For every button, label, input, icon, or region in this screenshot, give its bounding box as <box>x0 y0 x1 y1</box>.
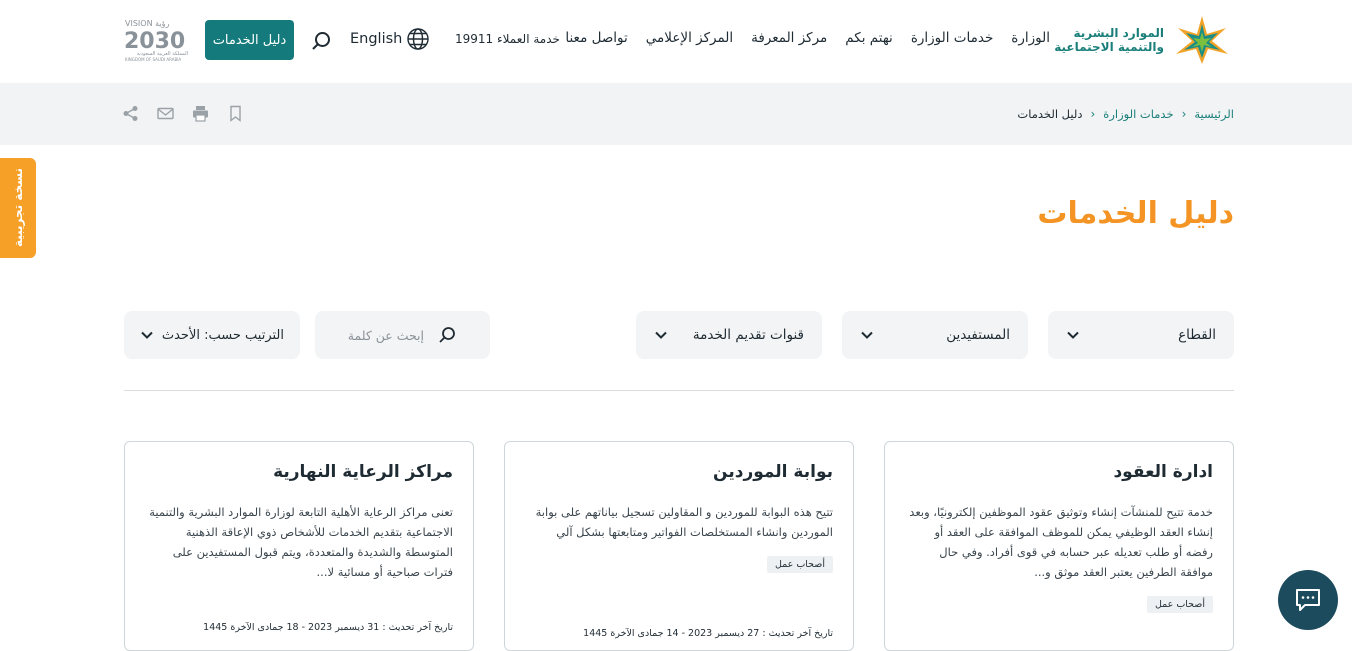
mail-icon[interactable] <box>157 105 174 122</box>
breadcrumb-chevron-icon: ‹ <box>1181 107 1187 121</box>
ministry-star-icon <box>1176 16 1228 64</box>
service-card[interactable]: مراكز الرعاية النهارية تعنى مراكز الرعاي… <box>124 441 474 651</box>
chevron-down-icon <box>861 331 873 339</box>
chat-button[interactable] <box>1278 570 1338 630</box>
beta-version-label: نسخة تجريبية <box>11 168 25 248</box>
beneficiaries-filter[interactable]: المستفيدين <box>842 311 1028 359</box>
ministry-name-line2: والتنمية الاجتماعية <box>1054 40 1164 54</box>
vision-2030-logo: VISION رؤية 2030 المملكة العربية السعودي… <box>124 19 188 62</box>
sector-filter-label: القطاع <box>1178 327 1216 343</box>
service-card-description: تعنى مراكز الرعاية الأهلية التابعة لوزار… <box>149 505 453 579</box>
breadcrumb-chevron-icon: ‹ <box>1090 107 1096 121</box>
channels-filter[interactable]: قنوات تقديم الخدمة <box>636 311 822 359</box>
nav-item-knowledge[interactable]: مركز المعرفة <box>751 30 827 46</box>
service-card-title: بوابة الموردين <box>713 462 833 482</box>
language-label: English <box>350 31 403 47</box>
breadcrumb-home[interactable]: الرئيسية <box>1194 107 1234 121</box>
search-icon <box>439 327 455 343</box>
globe-icon <box>407 28 430 50</box>
last-updated: تاريخ آخر تحديث : 27 ديسمبر 2023 - 14 جم… <box>583 628 833 639</box>
chevron-down-icon <box>655 331 667 339</box>
service-card-title: مراكز الرعاية النهارية <box>273 462 453 482</box>
chevron-down-icon <box>1067 331 1079 339</box>
chevron-down-icon <box>141 331 153 339</box>
audience-tag: أصحاب عمل <box>1146 596 1213 613</box>
page-tools <box>122 105 244 122</box>
ministry-logo[interactable]: الموارد البشرية والتنمية الاجتماعية <box>1054 14 1234 66</box>
breadcrumb-current: دليل الخدمات <box>1017 107 1083 121</box>
nav-item-media[interactable]: المركز الإعلامي <box>646 30 733 46</box>
keyword-search-input[interactable] <box>336 326 426 344</box>
chat-bubble-icon <box>1296 589 1320 611</box>
nav-item-services[interactable]: خدمات الوزارة <box>911 30 993 46</box>
site-header: الموارد البشرية والتنمية الاجتماعية الوز… <box>0 0 1352 83</box>
language-switch[interactable]: English <box>350 27 430 51</box>
nav-item-we-care[interactable]: نهتم بكم <box>845 30 893 46</box>
keyword-search <box>315 311 490 359</box>
search-icon[interactable] <box>310 30 332 52</box>
services-guide-button[interactable]: دليل الخدمات <box>205 20 294 60</box>
breadcrumb-bar: الرئيسية ‹ خدمات الوزارة ‹ دليل الخدمات <box>0 83 1352 145</box>
channels-filter-label: قنوات تقديم الخدمة <box>692 327 804 343</box>
last-updated: تاريخ آخر تحديث : 31 ديسمبر 2023 - 18 جم… <box>203 622 453 633</box>
customer-service-hotline[interactable]: خدمة العملاء 19911 <box>455 32 560 46</box>
service-card-description: تتيح هذه البوابة للموردين و المقاولين تس… <box>535 505 833 539</box>
bookmark-icon[interactable] <box>227 105 244 122</box>
ministry-name-line1: الموارد البشرية <box>1073 26 1164 40</box>
vision-english: KINGDOM OF SAUDI ARABIA <box>125 57 181 62</box>
breadcrumb-services[interactable]: خدمات الوزارة <box>1103 107 1173 121</box>
page-title: دليل الخدمات <box>1037 196 1234 231</box>
main-nav: الوزارة خدمات الوزارة نهتم بكم مركز المع… <box>565 30 1050 46</box>
sector-filter[interactable]: القطاع <box>1048 311 1234 359</box>
service-card[interactable]: بوابة الموردين تتيح هذه البوابة للموردين… <box>504 441 854 651</box>
print-icon[interactable] <box>192 105 209 122</box>
sort-label: الترتيب حسب: الأحدث <box>161 327 284 343</box>
filters-divider <box>124 390 1234 391</box>
service-card-description: خدمة تتيح للمنشآت إنشاء وتوثيق عقود المو… <box>909 505 1213 579</box>
audience-tag: أصحاب عمل <box>766 556 833 573</box>
nav-item-contact[interactable]: تواصل معنا <box>565 30 627 46</box>
service-card-title: ادارة العقود <box>1113 462 1213 482</box>
beneficiaries-filter-label: المستفيدين <box>946 327 1010 343</box>
breadcrumb: الرئيسية ‹ خدمات الوزارة ‹ دليل الخدمات <box>1017 107 1234 121</box>
nav-item-ministry[interactable]: الوزارة <box>1011 30 1050 46</box>
sort-dropdown[interactable]: الترتيب حسب: الأحدث <box>124 311 300 359</box>
share-icon[interactable] <box>122 105 139 122</box>
ministry-name: الموارد البشرية والتنمية الاجتماعية <box>1054 26 1164 54</box>
service-card[interactable]: ادارة العقود خدمة تتيح للمنشآت إنشاء وتو… <box>884 441 1234 651</box>
vision-label: VISION رؤية <box>125 19 169 28</box>
beta-version-tab[interactable]: نسخة تجريبية <box>0 158 36 258</box>
